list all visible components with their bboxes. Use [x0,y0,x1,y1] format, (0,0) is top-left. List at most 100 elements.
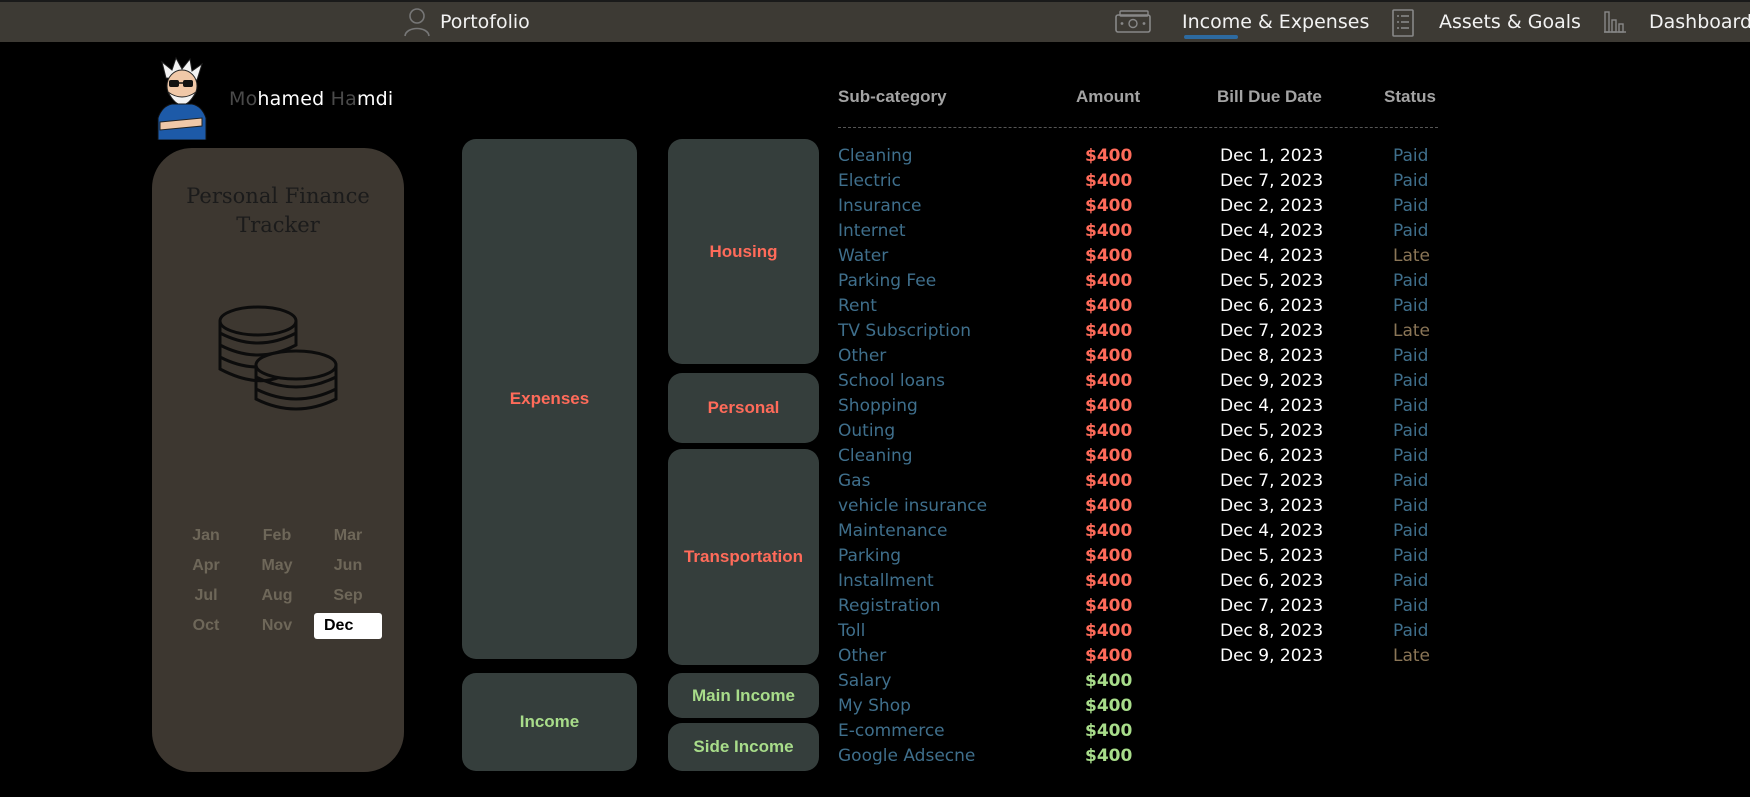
subcategory-transportation[interactable]: Transportation [668,449,819,665]
subcategory-main-income[interactable]: Main Income [668,673,819,718]
table-row: Water $400 Dec 4, 2023 Late [0,244,1430,269]
amount-cell: $400 [1085,521,1133,541]
due-date-cell: Dec 9, 2023 [1220,371,1324,391]
table-row: Other $400 Dec 8, 2023 Paid [0,344,1428,369]
subcategory-cell: Shopping [838,396,918,416]
subcategory-side-income[interactable]: Side Income [668,723,819,771]
subcategory-cell: Rent [838,296,877,316]
bar-chart-icon[interactable] [1602,8,1628,38]
status-cell: Paid [1393,371,1429,391]
due-date-cell: Dec 8, 2023 [1220,621,1324,641]
due-date-cell: Dec 6, 2023 [1220,446,1324,466]
table-row: vehicle insurance $400 Dec 3, 2023 Paid [0,494,1428,519]
status-cell: Paid [1393,146,1429,166]
subcategory-cell: Toll [838,621,866,641]
table-row: Registration $400 Dec 7, 2023 Paid [0,594,1428,619]
due-date-cell: Dec 4, 2023 [1220,221,1324,241]
subcategory-cell: Salary [838,671,892,691]
user-icon [404,7,430,37]
due-date-cell: Dec 8, 2023 [1220,346,1324,366]
subcategory-cell: TV Subscription [838,321,972,341]
amount-cell: $400 [1085,346,1133,366]
status-cell: Paid [1393,221,1429,241]
amount-cell: $400 [1085,171,1133,191]
subcategory-cell: Parking [838,546,902,566]
table-row: School loans $400 Dec 9, 2023 Paid [0,369,1428,394]
money-icon[interactable] [1113,9,1153,39]
status-cell: Late [1393,646,1431,666]
subcategory-cell: Outing [838,421,896,441]
due-date-cell: Dec 1, 2023 [1220,146,1324,166]
table-header: Sub-category Amount Bill Due Date Status [838,87,1438,128]
checklist-icon[interactable] [1391,8,1415,42]
status-cell: Paid [1393,421,1429,441]
table-row: TV Subscription $400 Dec 7, 2023 Late [0,319,1430,344]
status-cell: Paid [1393,396,1429,416]
subcategory-cell: My Shop [838,696,911,716]
table-row: Salary $400 [0,669,1132,694]
amount-cell: $400 [1085,721,1133,741]
status-cell: Late [1393,321,1431,341]
table-row: Google Adsecne $400 [0,744,1132,769]
header-amount: Amount [1076,87,1141,106]
amount-cell: $400 [1085,646,1133,666]
status-cell: Paid [1393,346,1429,366]
table-row: Insurance $400 Dec 2, 2023 Paid [0,194,1428,219]
active-tab-indicator [1184,35,1238,39]
header-status: Status [1384,87,1436,106]
due-date-cell: Dec 7, 2023 [1220,471,1324,491]
table-row: Outing $400 Dec 5, 2023 Paid [0,419,1428,444]
subcategory-cell: Water [838,246,889,266]
nav-income-expenses-label: Income & Expenses [1182,11,1370,33]
due-date-cell: Dec 4, 2023 [1220,521,1324,541]
table-row: Maintenance $400 Dec 4, 2023 Paid [0,519,1428,544]
nav-portfolio[interactable]: Portofolio [404,2,530,42]
subcategory-cell: Gas [838,471,871,491]
amount-cell: $400 [1085,421,1133,441]
nav-dashboard-label: Dashboard [1649,11,1750,33]
status-cell: Paid [1393,496,1429,516]
subcategory-cell: Insurance [838,196,922,216]
subcategory-cell: Installment [838,571,934,591]
amount-cell: $400 [1085,321,1133,341]
subcategory-housing[interactable]: Housing [668,139,819,364]
subcategory-cell: Registration [838,596,941,616]
subcategory-cell: Electric [838,171,901,191]
nav-dashboard[interactable]: Dashboard [1649,2,1750,42]
subcategory-cell: Parking Fee [838,271,937,291]
due-date-cell: Dec 5, 2023 [1220,271,1324,291]
status-cell: Paid [1393,446,1429,466]
amount-cell: $400 [1085,596,1133,616]
amount-cell: $400 [1085,221,1133,241]
amount-cell: $400 [1085,396,1133,416]
amount-cell: $400 [1085,671,1133,691]
table-row: Parking $400 Dec 5, 2023 Paid [0,544,1428,569]
amount-cell: $400 [1085,246,1133,266]
status-cell: Paid [1393,596,1429,616]
table-row: Rent $400 Dec 6, 2023 Paid [0,294,1428,319]
subcategory-cell: Google Adsecne [838,746,976,766]
due-date-cell: Dec 4, 2023 [1220,246,1324,266]
nav-portfolio-label: Portofolio [440,11,530,33]
amount-cell: $400 [1085,296,1133,316]
status-cell: Late [1393,246,1431,266]
subcategory-cell: vehicle insurance [838,496,988,516]
due-date-cell: Dec 6, 2023 [1220,571,1324,591]
subcategory-cell: Other [838,646,887,666]
table-row: Toll $400 Dec 8, 2023 Paid [0,619,1428,644]
user-name: Mohamed Hamdi [229,88,394,110]
amount-cell: $400 [1085,496,1133,516]
amount-cell: $400 [1085,371,1133,391]
amount-cell: $400 [1085,196,1133,216]
status-cell: Paid [1393,471,1429,491]
header-subcategory: Sub-category [838,87,947,106]
status-cell: Paid [1393,521,1429,541]
status-cell: Paid [1393,296,1429,316]
nav-assets-goals[interactable]: Assets & Goals [1439,2,1581,42]
status-cell: Paid [1393,196,1429,216]
amount-cell: $400 [1085,446,1133,466]
subcategory-personal[interactable]: Personal [668,373,819,443]
subcategory-cell: Maintenance [838,521,948,541]
due-date-cell: Dec 4, 2023 [1220,396,1324,416]
table-row: E-commerce $400 [0,719,1132,744]
